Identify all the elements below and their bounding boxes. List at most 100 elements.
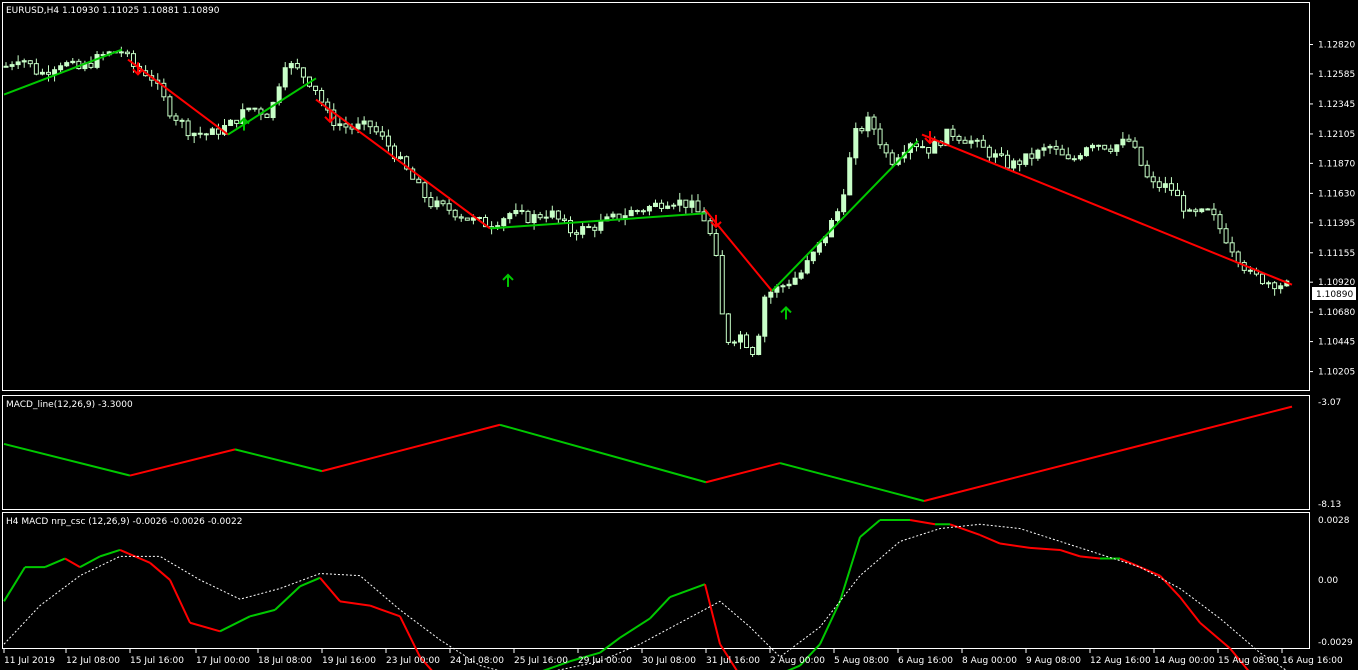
candle-body xyxy=(246,107,252,111)
candle-body xyxy=(1266,282,1272,285)
zigzag-segment xyxy=(315,98,491,230)
candle-body xyxy=(1090,144,1096,149)
candle-body xyxy=(865,116,871,132)
candle-body xyxy=(640,210,646,213)
zigzag-segment xyxy=(227,77,317,136)
candle-body xyxy=(1059,148,1065,156)
macd-nrp-tick-label: 0.0028 xyxy=(1318,516,1350,526)
candle-body xyxy=(1181,195,1187,212)
macd-nrp-segment xyxy=(599,636,621,654)
candle-body xyxy=(118,51,124,54)
candle-body xyxy=(33,63,39,75)
chart-window[interactable]: 1.12820 1.12585 1.12345 1.12105 1.11870 1.116… xyxy=(0,0,1358,670)
candle-body xyxy=(373,126,379,133)
time-tick-label: 25 Jul 16:00 xyxy=(514,656,568,666)
candle-body xyxy=(1065,154,1071,160)
candle-body xyxy=(677,199,683,206)
macd-nrp-segment xyxy=(669,583,706,598)
candle-body xyxy=(458,216,464,219)
candle-body xyxy=(531,214,537,224)
candle-body xyxy=(294,63,300,69)
macd-nrp-segment xyxy=(859,519,881,538)
macd-nrp-segment xyxy=(149,562,171,581)
macd-nrp-segment xyxy=(79,555,101,568)
candle-body xyxy=(379,131,385,137)
macd-line-segment xyxy=(923,405,1293,502)
macd-line-tick-label: -3.07 xyxy=(1318,398,1341,408)
time-tick-label: 5 Aug 08:00 xyxy=(834,656,889,666)
candle-body xyxy=(21,60,27,63)
candle-body xyxy=(337,123,343,126)
time-tick-label: 6 Aug 16:00 xyxy=(898,656,953,666)
candle-body xyxy=(689,200,695,208)
time-tick-label: 18 Jul 08:00 xyxy=(258,656,312,666)
candle-body xyxy=(64,62,70,67)
buy-arrow-icon xyxy=(780,306,792,320)
candle-body xyxy=(1017,160,1023,165)
macd-line-segment xyxy=(779,462,925,502)
macd-nrp-segment xyxy=(64,557,81,568)
macd-nrp-tick-label: 0.00 xyxy=(1318,576,1338,586)
candle-body xyxy=(27,60,33,65)
candle-body xyxy=(998,153,1004,156)
time-tick-label: 19 Jul 16:00 xyxy=(322,656,376,666)
candle-body xyxy=(215,128,221,135)
macd-nrp-segment xyxy=(649,596,671,620)
candle-body xyxy=(804,260,810,274)
zigzag-segment xyxy=(921,133,1293,286)
candle-body xyxy=(537,214,543,219)
candle-body xyxy=(847,157,853,196)
candle-body xyxy=(1272,282,1278,290)
candle-body xyxy=(88,62,94,68)
macd-nrp-segment xyxy=(839,536,861,602)
candle-body xyxy=(610,213,616,218)
candle-body xyxy=(695,200,701,213)
zigzag-segment xyxy=(3,48,123,96)
candle-body xyxy=(561,218,567,221)
macd-nrp-segment xyxy=(3,566,26,602)
candle-body xyxy=(737,334,743,343)
candle-body xyxy=(974,139,980,142)
candle-body xyxy=(1199,208,1205,213)
candle-body xyxy=(203,133,209,136)
macd-nrp-segment xyxy=(169,579,191,624)
candle-body xyxy=(1035,149,1041,159)
price-tick-label: 1.12585 xyxy=(1318,70,1355,80)
candle-body xyxy=(15,61,21,66)
candle-body xyxy=(9,64,15,67)
candle-body xyxy=(234,119,240,124)
candle-body xyxy=(956,135,962,141)
candle-body xyxy=(932,140,938,154)
price-tick-label: 1.10680 xyxy=(1318,308,1355,318)
macd-nrp-segment xyxy=(274,585,301,611)
candle-body xyxy=(525,210,531,224)
candle-body xyxy=(1168,183,1174,191)
candle-body xyxy=(398,156,404,160)
candle-body xyxy=(725,313,731,343)
candle-body xyxy=(574,232,580,235)
candle-body xyxy=(841,194,847,213)
candle-body xyxy=(507,213,513,220)
candle-body xyxy=(1156,181,1162,188)
candle-body xyxy=(634,210,640,213)
candle-body xyxy=(385,135,391,147)
macd-line-plot xyxy=(3,405,1293,502)
macd-line-segment xyxy=(129,448,236,477)
candle-body xyxy=(52,69,58,75)
candle-body xyxy=(731,341,737,344)
macd-line-segment xyxy=(234,448,323,473)
time-tick-label: 15 Aug 08:00 xyxy=(1218,656,1279,666)
candle-body xyxy=(197,132,203,135)
candle-body xyxy=(191,132,197,137)
candle-body xyxy=(367,120,373,128)
macd-nrp-segment xyxy=(979,534,1001,545)
macd-line-tick-label: -8.13 xyxy=(1318,500,1341,510)
candle-body xyxy=(1138,146,1144,166)
candle-body xyxy=(665,205,671,209)
candle-body xyxy=(1259,273,1265,285)
candle-body xyxy=(1108,148,1114,152)
candle-body xyxy=(992,153,998,158)
time-tick-label: 12 Jul 08:00 xyxy=(66,656,120,666)
candle-body xyxy=(598,220,604,231)
macd-nrp-segment xyxy=(299,576,321,588)
